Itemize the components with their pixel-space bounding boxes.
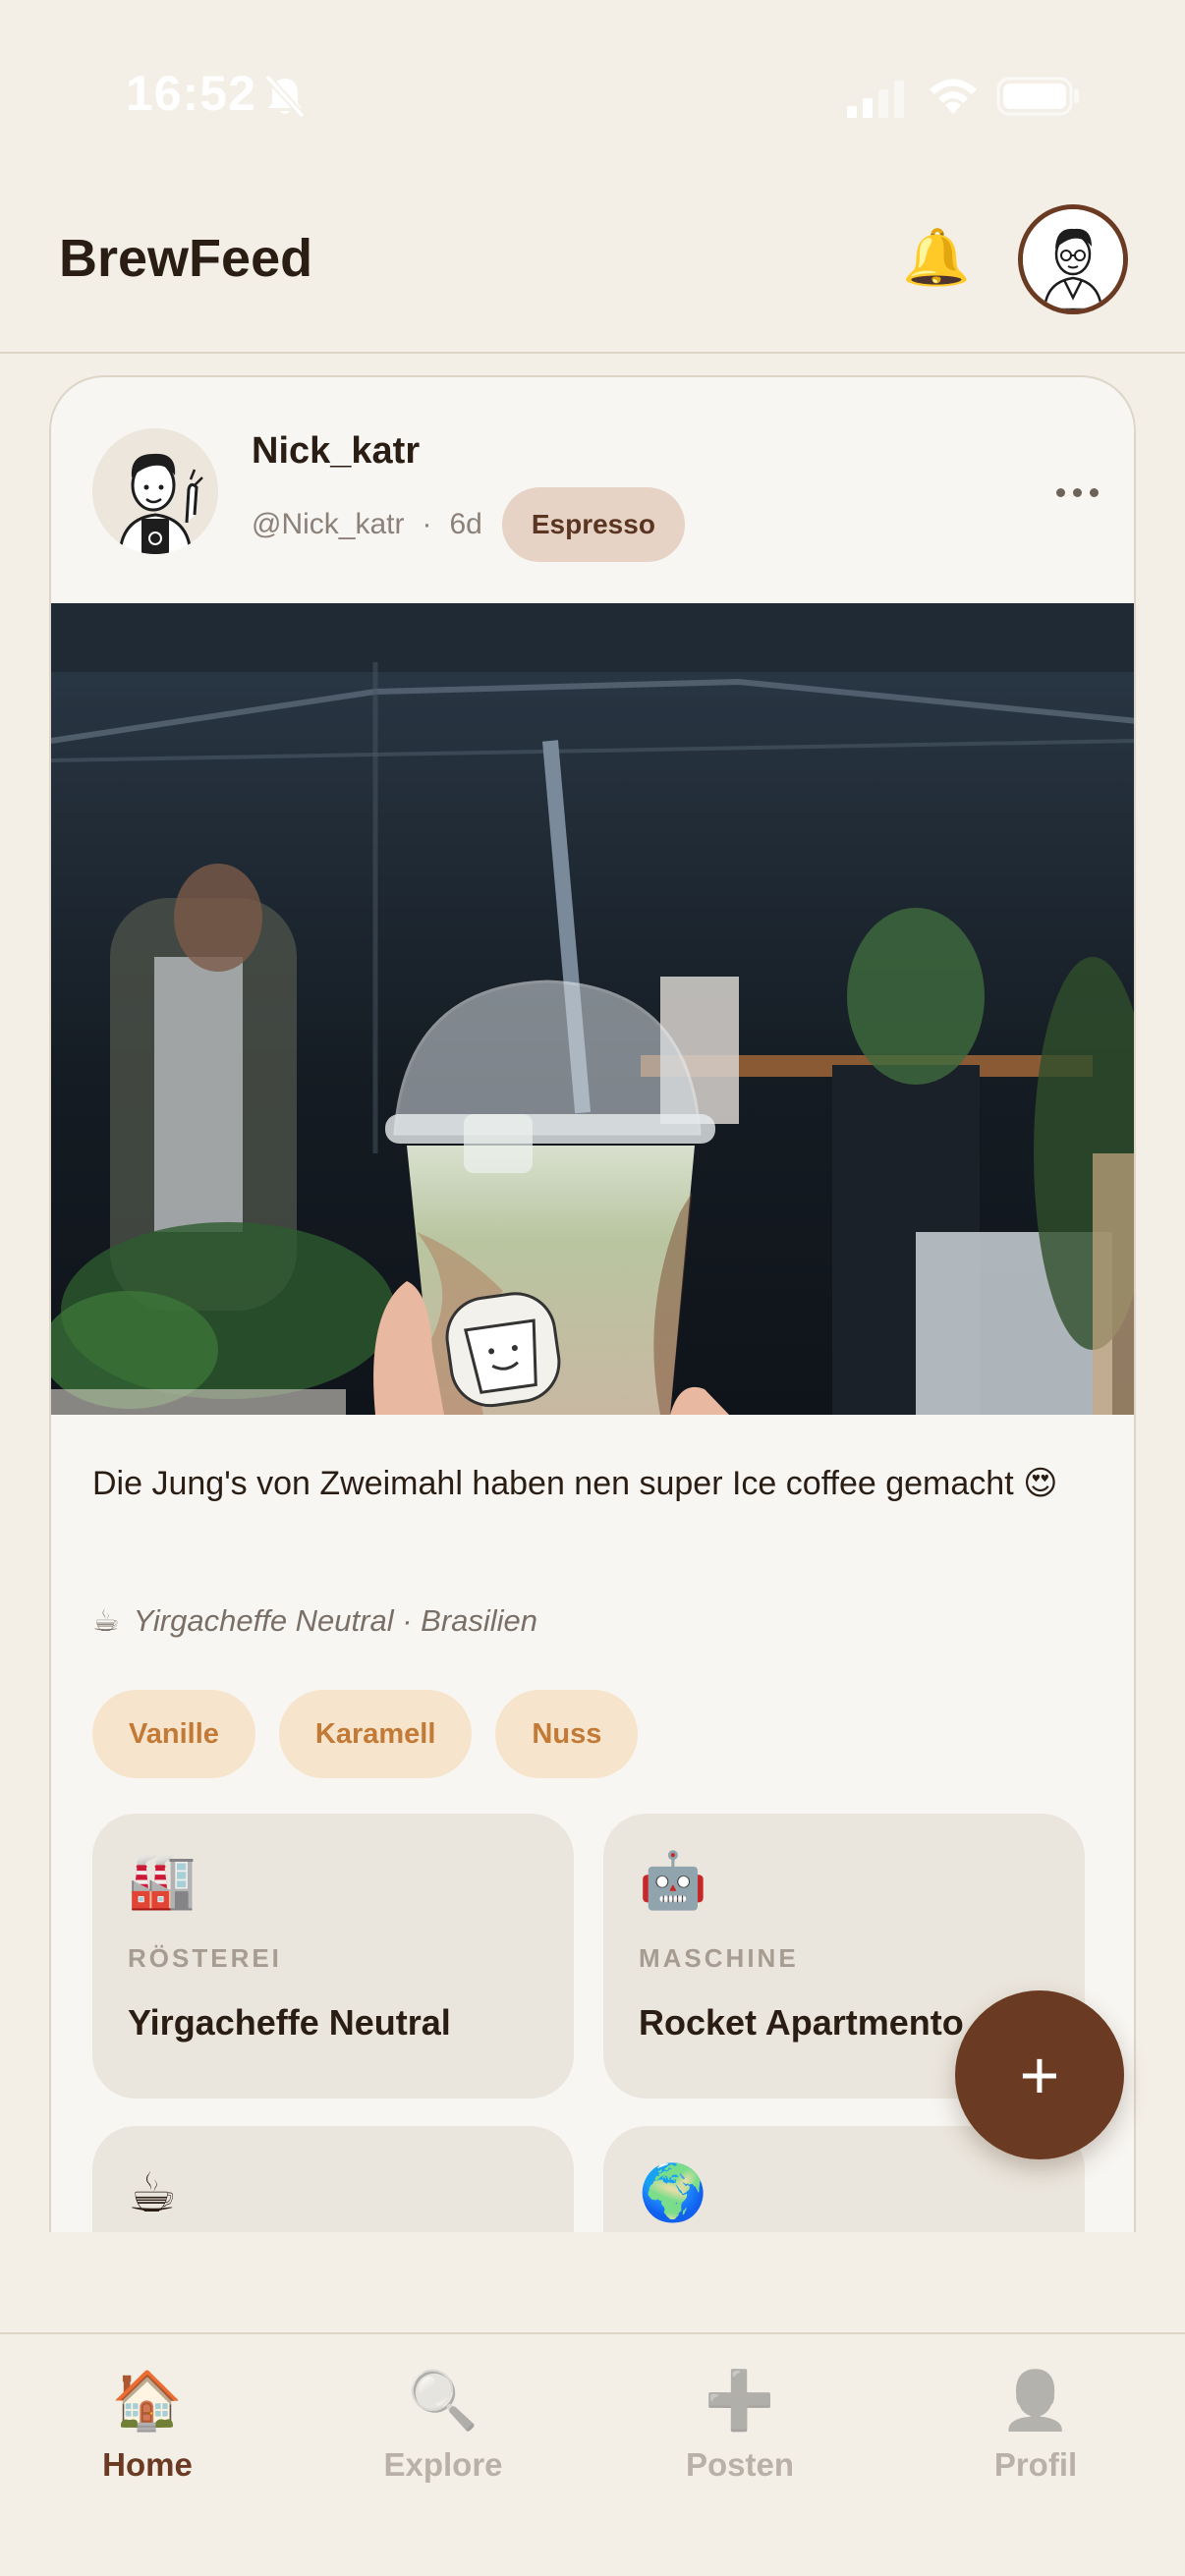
profile-icon: 👤 xyxy=(999,2369,1072,2433)
nav-explore[interactable]: 🔍 Explore xyxy=(335,2364,551,2501)
app-screen: 16:52 BrewFeed 🔔 Nick_katr @Nick_katr · … xyxy=(0,0,1185,2576)
tile-label: RÖSTEREI xyxy=(128,1943,282,1973)
author-handle[interactable]: @Nick_katr xyxy=(252,508,404,541)
status-bar: 16:52 xyxy=(0,0,1185,196)
battery-icon xyxy=(996,77,1079,116)
plus-icon: + xyxy=(1019,2037,1060,2113)
coffee-cup-icon: ☕ xyxy=(128,2161,178,2223)
flavor-tag[interactable]: Karamell xyxy=(278,1690,473,1778)
search-icon: 🔍 xyxy=(407,2369,480,2433)
bean-info-text: Yirgacheffe Neutral · Brasilien xyxy=(133,1603,538,1638)
post-age: 6d xyxy=(449,508,482,540)
author-meta: @Nick_katr · 6d Espresso xyxy=(252,487,685,562)
roastery-tile[interactable]: 🏭 RÖSTEREI Yirgacheffe Neutral xyxy=(92,1814,574,2099)
tile-value: Yirgacheffe Neutral xyxy=(128,2002,451,2043)
author-avatar[interactable] xyxy=(92,428,218,554)
coffee-cup-icon: ☕ xyxy=(92,1603,120,1638)
flavor-tags: Vanille Karamell Nuss xyxy=(92,1690,639,1778)
flavor-tag[interactable]: Nuss xyxy=(495,1690,639,1778)
create-post-fab[interactable]: + xyxy=(955,1990,1124,2159)
nav-profile[interactable]: 👤 Profil xyxy=(928,2364,1144,2501)
nav-label: Posten xyxy=(685,2446,795,2483)
tile-label: MASCHINE xyxy=(639,1943,799,1973)
app-header: BrewFeed 🔔 xyxy=(0,196,1185,354)
more-options-icon[interactable] xyxy=(1047,477,1106,507)
brew-method-tile[interactable]: ☕ xyxy=(92,2126,574,2240)
robot-icon: 🤖 xyxy=(639,1849,707,1911)
author-avatar-illustration xyxy=(92,428,218,554)
user-avatar-button[interactable] xyxy=(1018,204,1128,314)
cellular-signal-icon xyxy=(847,81,904,118)
post-photo[interactable] xyxy=(51,603,1134,1415)
iced-coffee-photo xyxy=(51,603,1134,1415)
status-time: 16:52 xyxy=(126,66,256,121)
brew-type-badge[interactable]: Espresso xyxy=(501,487,685,562)
flavor-tag[interactable]: Vanille xyxy=(92,1690,255,1778)
bean-info: ☕ Yirgacheffe Neutral · Brasilien xyxy=(92,1603,537,1639)
nav-home[interactable]: 🏠 Home xyxy=(39,2364,255,2501)
post-card[interactable]: Nick_katr @Nick_katr · 6d Espresso Die J… xyxy=(49,375,1136,2242)
home-icon: 🏠 xyxy=(111,2369,184,2433)
nav-label: Profil xyxy=(993,2446,1078,2483)
nav-label: Home xyxy=(102,2446,193,2483)
feed-bottom-edge xyxy=(0,2232,1185,2334)
factory-icon: 🏭 xyxy=(128,1849,197,1911)
post-caption: Die Jung's von Zweimahl haben nen super … xyxy=(92,1465,1058,1502)
user-avatar-illustration xyxy=(1023,209,1123,309)
meta-separator: · xyxy=(422,508,432,540)
nav-label: Explore xyxy=(383,2446,503,2483)
tile-value: Rocket Apartmento xyxy=(639,2002,964,2043)
plus-icon: ➕ xyxy=(704,2369,776,2433)
app-title: BrewFeed xyxy=(59,229,313,288)
wifi-icon xyxy=(930,79,977,114)
nav-post[interactable]: ➕ Posten xyxy=(632,2364,848,2501)
bottom-nav: 🏠 Home 🔍 Explore ➕ Posten 👤 Profil xyxy=(0,2332,1185,2576)
globe-icon: 🌍 xyxy=(639,2161,707,2223)
author-name[interactable]: Nick_katr xyxy=(252,430,420,473)
notifications-bell-icon[interactable]: 🔔 xyxy=(902,224,971,291)
bell-muted-icon xyxy=(264,74,306,119)
